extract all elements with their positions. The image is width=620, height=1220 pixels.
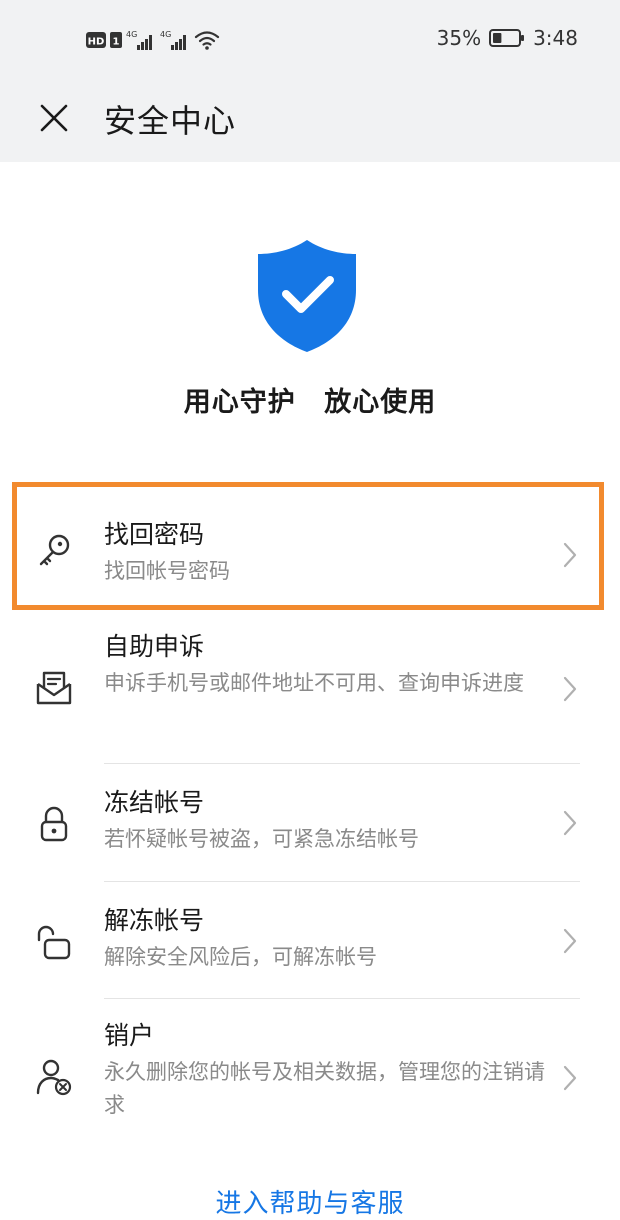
menu-item-find-password[interactable]: 找回密码 找回帐号密码 <box>0 482 620 610</box>
cell-signal-icon: 4G <box>126 30 152 50</box>
chevron-right-icon <box>563 676 577 702</box>
svg-text:1: 1 <box>113 37 120 48</box>
menu-item-title: 自助申诉 <box>104 632 205 661</box>
security-menu: 找回密码 找回帐号密码 自助申诉 申诉手机号或邮件地址不可用、查询申诉进度 冻结… <box>0 482 620 1149</box>
menu-item-subtitle: 解除安全风险后，可解冻帐号 <box>104 945 377 969</box>
user-remove-icon <box>34 1057 74 1097</box>
menu-item-delete-account[interactable]: 销户 永久删除您的帐号及相关数据，管理您的注销请求 <box>0 999 620 1149</box>
sim-badge-icon: 1 <box>110 32 122 48</box>
title-bar: 安全中心 <box>0 82 620 162</box>
menu-item-title: 销户 <box>104 1021 155 1050</box>
menu-item-texts: 找回密码 找回帐号密码 <box>104 518 548 588</box>
menu-item-title: 解冻帐号 <box>104 906 205 935</box>
menu-item-subtitle: 若怀疑帐号被盗，可紧急冻结帐号 <box>104 827 419 851</box>
status-right: 35% 3:48 <box>437 26 578 50</box>
menu-item-subtitle: 找回帐号密码 <box>104 559 230 583</box>
help-and-support-link[interactable]: 进入帮助与客服 <box>0 1183 620 1220</box>
menu-item-texts: 销户 永久删除您的帐号及相关数据，管理您的注销请求 <box>104 1019 548 1122</box>
battery-icon <box>489 29 525 47</box>
close-icon <box>40 104 68 132</box>
status-indicators: HD 1 4G 4G <box>86 28 220 52</box>
status-bar: HD 1 4G 4G 35% 3:48 <box>0 0 620 82</box>
menu-item-texts: 自助申诉 申诉手机号或邮件地址不可用、查询申诉进度 <box>104 630 548 700</box>
appeal-mail-icon <box>34 668 74 708</box>
key-icon <box>34 531 74 571</box>
chevron-right-icon <box>563 542 577 568</box>
cell-signal-2-icon: 4G <box>160 30 186 50</box>
chevron-right-icon <box>563 928 577 954</box>
menu-item-subtitle: 永久删除您的帐号及相关数据，管理您的注销请求 <box>104 1060 545 1117</box>
menu-item-self-appeal[interactable]: 自助申诉 申诉手机号或邮件地址不可用、查询申诉进度 <box>0 610 620 764</box>
svg-text:HD: HD <box>88 37 105 48</box>
security-shield-icon <box>258 240 356 352</box>
lock-icon <box>34 804 74 844</box>
menu-item-unfreeze-account[interactable]: 解冻帐号 解除安全风险后，可解冻帐号 <box>0 882 620 999</box>
chevron-right-icon <box>563 810 577 836</box>
status-time: 3:48 <box>533 26 578 50</box>
svg-text:4G: 4G <box>160 30 171 39</box>
page-title: 安全中心 <box>104 102 237 140</box>
menu-item-title: 找回密码 <box>104 520 205 549</box>
menu-item-texts: 冻结帐号 若怀疑帐号被盗，可紧急冻结帐号 <box>104 786 548 856</box>
menu-item-freeze-account[interactable]: 冻结帐号 若怀疑帐号被盗，可紧急冻结帐号 <box>0 764 620 882</box>
chevron-right-icon <box>563 1065 577 1091</box>
wifi-icon <box>194 31 220 50</box>
menu-item-title: 冻结帐号 <box>104 788 205 817</box>
hd-badge-icon: HD <box>86 32 106 48</box>
svg-text:4G: 4G <box>126 30 137 39</box>
close-button[interactable] <box>30 94 78 142</box>
battery-percent: 35% <box>436 26 482 50</box>
menu-item-subtitle: 申诉手机号或邮件地址不可用、查询申诉进度 <box>104 671 524 695</box>
unlock-icon <box>34 922 74 962</box>
menu-item-texts: 解冻帐号 解除安全风险后，可解冻帐号 <box>104 904 548 974</box>
hero-slogan: 用心守护 放心使用 <box>183 387 437 418</box>
